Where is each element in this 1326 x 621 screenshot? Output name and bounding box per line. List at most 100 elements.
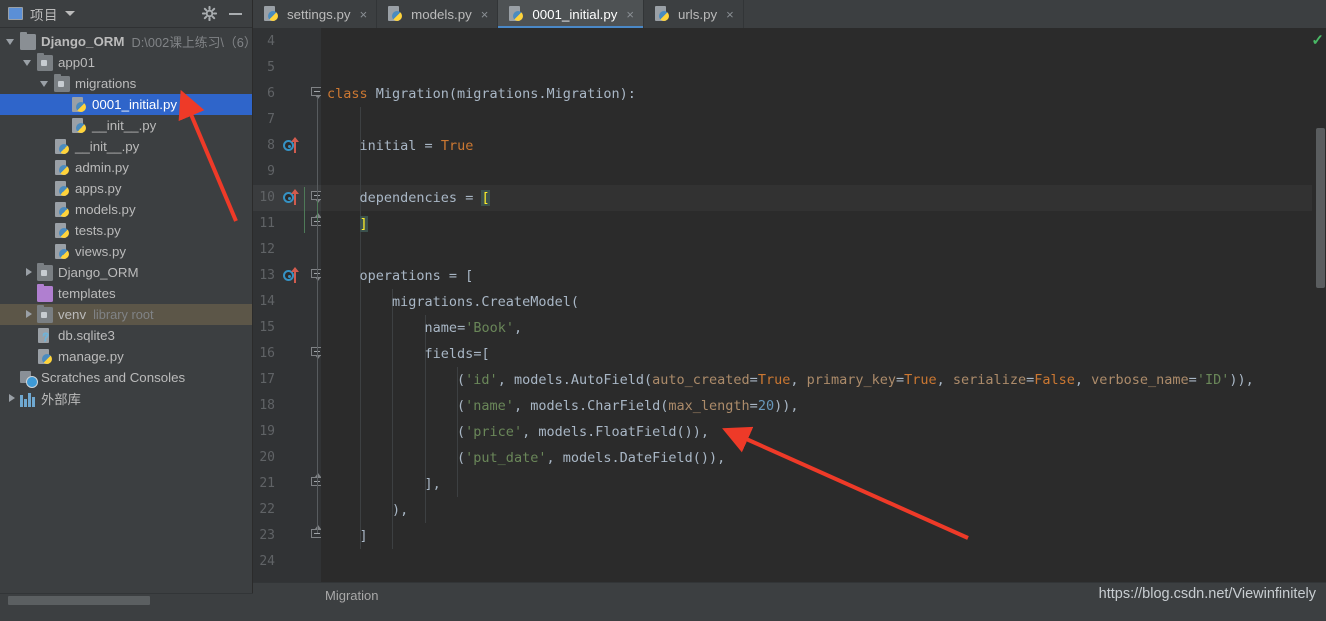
code-line-12[interactable] xyxy=(321,237,327,263)
tree-item-label: __init__.py xyxy=(75,139,140,154)
chevron-closed-icon[interactable] xyxy=(23,309,34,320)
gear-icon[interactable] xyxy=(202,6,217,21)
code-line-19[interactable]: ('price', models.FloatField()), xyxy=(321,419,709,445)
line-number: 5 xyxy=(267,60,275,75)
tree-item-migrations[interactable]: migrations xyxy=(0,73,252,94)
editor-vscroll-thumb[interactable] xyxy=(1316,128,1325,288)
editor-gutter[interactable]: 4 5 6 7 8 9 10 11 12 13 14 15 16 17 18 19 20 21 22 23 24 xyxy=(253,28,323,582)
close-icon[interactable]: × xyxy=(360,8,368,21)
code-line-18[interactable]: ('name', models.CharField(max_length=20)… xyxy=(321,393,798,419)
code-line-24[interactable] xyxy=(321,549,327,575)
chevron-open-icon[interactable] xyxy=(6,36,17,47)
editor-tab-label: settings.py xyxy=(287,6,351,22)
tree-item-tests-py[interactable]: tests.py xyxy=(0,220,252,241)
gutter-uparrow-icon xyxy=(291,267,299,283)
chevron-open-icon[interactable] xyxy=(23,57,34,68)
code-line-11[interactable]: ] xyxy=(321,211,368,237)
folder-violet-icon xyxy=(37,283,53,302)
chevron-closed-icon[interactable] xyxy=(23,267,34,278)
gutter-run-icon[interactable] xyxy=(283,137,305,154)
editor-tab-0001-initial-py[interactable]: 0001_initial.py × xyxy=(498,0,644,28)
code-line-10[interactable]: dependencies = [ xyxy=(321,185,490,211)
code-line-5[interactable] xyxy=(321,55,327,81)
tree-item-app01[interactable]: app01 xyxy=(0,52,252,73)
gutter-run-icon[interactable] xyxy=(283,189,305,206)
close-icon[interactable]: × xyxy=(726,8,734,21)
line-number: 11 xyxy=(259,216,275,231)
minimize-icon[interactable] xyxy=(229,12,242,15)
editor-marker-panel[interactable]: ✓ xyxy=(1311,28,1326,582)
editor-tab-models-py[interactable]: models.py × xyxy=(377,0,499,28)
close-icon[interactable]: × xyxy=(481,8,489,21)
code-line-21[interactable]: ], xyxy=(321,471,441,497)
tree-item-db-sqlite3[interactable]: ? db.sqlite3 xyxy=(0,325,252,346)
code-line-4[interactable] xyxy=(321,29,327,55)
tree-item-label: migrations xyxy=(75,76,137,91)
tree-item-admin-py[interactable]: admin.py xyxy=(0,157,252,178)
python-file-icon xyxy=(54,180,70,197)
editor-code-area[interactable]: class Migration(migrations.Migration): i… xyxy=(321,28,1312,582)
python-file-icon xyxy=(71,96,87,113)
tree-item-views-py[interactable]: views.py xyxy=(0,241,252,262)
line-number: 21 xyxy=(259,476,275,491)
folder-icon xyxy=(20,31,36,50)
code-line-17[interactable]: ('id', models.AutoField(auto_created=Tru… xyxy=(321,367,1254,393)
code-line-16[interactable]: fields=[ xyxy=(321,341,490,367)
inspection-ok-icon[interactable]: ✓ xyxy=(1311,33,1324,48)
code-line-15[interactable]: name='Book', xyxy=(321,315,523,341)
code-line-13[interactable]: operations = [ xyxy=(321,263,474,289)
line-number: 17 xyxy=(259,372,275,387)
editor-pane[interactable]: 4 5 6 7 8 9 10 11 12 13 14 15 16 17 18 19 20 21 22 23 24 cla… xyxy=(253,28,1326,582)
code-line-14[interactable]: migrations.CreateModel( xyxy=(321,289,579,315)
code-line-7[interactable] xyxy=(321,107,327,133)
tree-item-label: 外部库 xyxy=(41,392,81,407)
tree-item-models-py[interactable]: models.py xyxy=(0,199,252,220)
python-file-icon xyxy=(654,6,670,22)
line-number: 24 xyxy=(259,554,275,569)
editor-tab-bar[interactable]: settings.py × models.py × 0001_initial.py × ur… xyxy=(253,0,1326,28)
code-line-8[interactable]: initial = True xyxy=(321,133,474,159)
tree-item-manage-py[interactable]: manage.py xyxy=(0,346,252,367)
module-icon xyxy=(37,262,53,281)
watermark-url: https://blog.csdn.net/Viewinfinitely xyxy=(1098,586,1316,602)
project-panel-hscrollbar[interactable] xyxy=(0,593,253,607)
breadcrumb[interactable]: Migration xyxy=(253,588,378,603)
code-line-23[interactable]: ] xyxy=(321,523,368,549)
project-panel: 项目 Django_ORM D:\002课上练习\（6）I app01 migr… xyxy=(0,0,253,607)
chevron-down-icon[interactable] xyxy=(65,11,75,16)
tree-item--init-py[interactable]: __init__.py xyxy=(0,115,252,136)
code-line-22[interactable]: ), xyxy=(321,497,408,523)
tree-item-django-orm[interactable]: Django_ORM D:\002课上练习\（6）I xyxy=(0,31,252,52)
chevron-open-icon[interactable] xyxy=(40,78,51,89)
tree-item-django-orm[interactable]: Django_ORM xyxy=(0,262,252,283)
editor-tab-settings-py[interactable]: settings.py × xyxy=(253,0,378,28)
tree-item-label: tests.py xyxy=(75,223,121,238)
tree-item-venv[interactable]: venv library root xyxy=(0,304,252,325)
python-file-icon xyxy=(54,243,70,260)
editor-tab-bar-filler xyxy=(744,0,1326,28)
line-number: 15 xyxy=(259,320,275,335)
code-line-20[interactable]: ('put_date', models.DateField()), xyxy=(321,445,725,471)
line-number: 6 xyxy=(267,86,275,101)
tree-item-apps-py[interactable]: apps.py xyxy=(0,178,252,199)
tree-item-scratches-and-consoles[interactable]: Scratches and Consoles xyxy=(0,367,252,388)
tree-item--[interactable]: 外部库 xyxy=(0,388,252,409)
close-icon[interactable]: × xyxy=(626,8,634,21)
module-icon xyxy=(54,73,70,92)
tree-item-label: manage.py xyxy=(58,349,124,364)
editor-tab-urls-py[interactable]: urls.py × xyxy=(644,0,744,28)
tree-item-templates[interactable]: templates xyxy=(0,283,252,304)
project-tree[interactable]: Django_ORM D:\002课上练习\（6）I app01 migrations… xyxy=(0,28,252,607)
code-line-6[interactable]: class Migration(migrations.Migration): xyxy=(321,81,636,107)
tree-item--init-py[interactable]: __init__.py xyxy=(0,136,252,157)
project-panel-hscroll-thumb[interactable] xyxy=(8,596,150,605)
gutter-run-icon[interactable] xyxy=(283,267,305,284)
chevron-closed-icon[interactable] xyxy=(6,393,17,404)
tree-item-label: models.py xyxy=(75,202,136,217)
tree-item-0001-initial-py[interactable]: 0001_initial.py xyxy=(0,94,252,115)
code-line-9[interactable] xyxy=(321,159,327,185)
